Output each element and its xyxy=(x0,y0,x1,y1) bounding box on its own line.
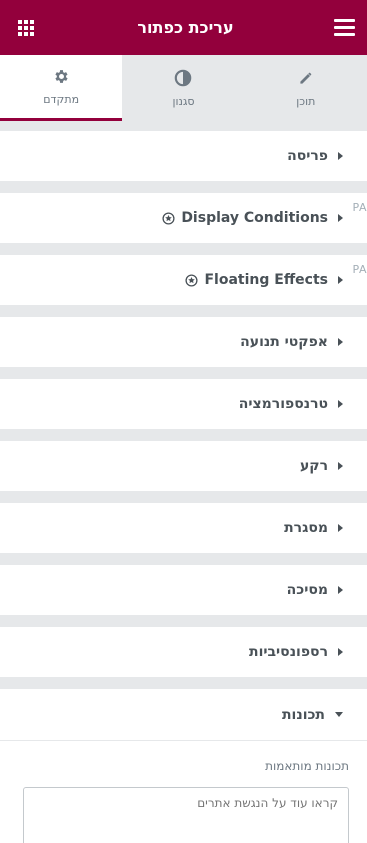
widgets-grid-button[interactable] xyxy=(14,16,38,40)
section-background[interactable]: רקע xyxy=(0,441,367,491)
caret-right-icon xyxy=(338,214,343,222)
hamburger-menu-icon xyxy=(334,19,356,36)
tab-advanced[interactable]: מתקדם xyxy=(0,55,123,121)
section-floating-effects[interactable]: Floating Effects PA xyxy=(0,255,367,305)
section-motion-effects[interactable]: אפקטי תנועה xyxy=(0,317,367,367)
pencil-icon xyxy=(298,69,314,87)
section-title: רספונסיביות xyxy=(249,644,328,660)
tab-advanced-label: מתקדם xyxy=(43,93,80,106)
section-divider xyxy=(0,121,367,131)
caret-right-icon xyxy=(338,462,343,470)
section-title: מסגרת xyxy=(284,520,328,536)
caret-right-icon xyxy=(338,338,343,346)
section-divider xyxy=(0,305,367,317)
section-mask[interactable]: מסיכה xyxy=(0,565,367,615)
tab-content[interactable]: תוכן xyxy=(245,55,367,121)
section-border[interactable]: מסגרת xyxy=(0,503,367,553)
section-layout[interactable]: פריסה xyxy=(0,131,367,181)
custom-attributes-control: תכונות מותאמות xyxy=(0,741,367,843)
section-title: פריסה xyxy=(287,148,328,164)
section-title: תכונות xyxy=(281,706,325,723)
panel-title: עריכת כפתור xyxy=(137,18,234,37)
caret-right-icon xyxy=(338,400,343,408)
caret-down-icon xyxy=(335,712,343,717)
pa-badge: PA xyxy=(352,201,367,214)
section-display-conditions[interactable]: Display Conditions PA xyxy=(0,193,367,243)
panel-header: עריכת כפתור xyxy=(0,0,367,55)
section-divider xyxy=(0,367,367,379)
caret-right-icon xyxy=(338,586,343,594)
menu-button[interactable] xyxy=(333,16,357,40)
section-responsive[interactable]: רספונסיביות xyxy=(0,627,367,677)
section-title: רקע xyxy=(299,458,328,474)
caret-right-icon xyxy=(338,152,343,160)
section-attributes-header[interactable]: תכונות xyxy=(0,689,367,741)
section-divider xyxy=(0,429,367,441)
gear-icon xyxy=(53,67,70,85)
editor-panel: עריכת כפתור מתקדם סגנון תוכן פריסה Displ… xyxy=(0,0,367,843)
tab-style[interactable]: סגנון xyxy=(122,55,244,121)
section-divider xyxy=(0,677,367,689)
caret-right-icon xyxy=(338,524,343,532)
section-title: טרנספורמציה xyxy=(238,396,328,412)
control-label: תכונות מותאמות xyxy=(265,759,349,773)
custom-attributes-textarea[interactable] xyxy=(23,787,349,843)
section-divider xyxy=(0,243,367,255)
caret-right-icon xyxy=(338,648,343,656)
section-title: מסיכה xyxy=(286,582,328,598)
pa-star-icon xyxy=(185,273,199,287)
section-divider xyxy=(0,491,367,503)
tab-content-label: תוכן xyxy=(296,94,316,108)
apps-grid-icon xyxy=(18,19,34,36)
half-circle-contrast-icon xyxy=(174,69,192,87)
section-title: Floating Effects xyxy=(204,272,328,288)
section-divider xyxy=(0,553,367,565)
section-attributes: תכונות תכונות מותאמות xyxy=(0,689,367,843)
panel-tabs: מתקדם סגנון תוכן xyxy=(0,55,367,121)
section-divider xyxy=(0,615,367,627)
section-title: Display Conditions xyxy=(181,210,328,226)
section-divider xyxy=(0,181,367,193)
pa-star-icon xyxy=(162,211,175,225)
tab-style-label: סגנון xyxy=(172,94,195,108)
section-title: אפקטי תנועה xyxy=(240,334,328,350)
section-transform[interactable]: טרנספורמציה xyxy=(0,379,367,429)
caret-right-icon xyxy=(338,276,343,284)
pa-badge: PA xyxy=(352,263,367,276)
